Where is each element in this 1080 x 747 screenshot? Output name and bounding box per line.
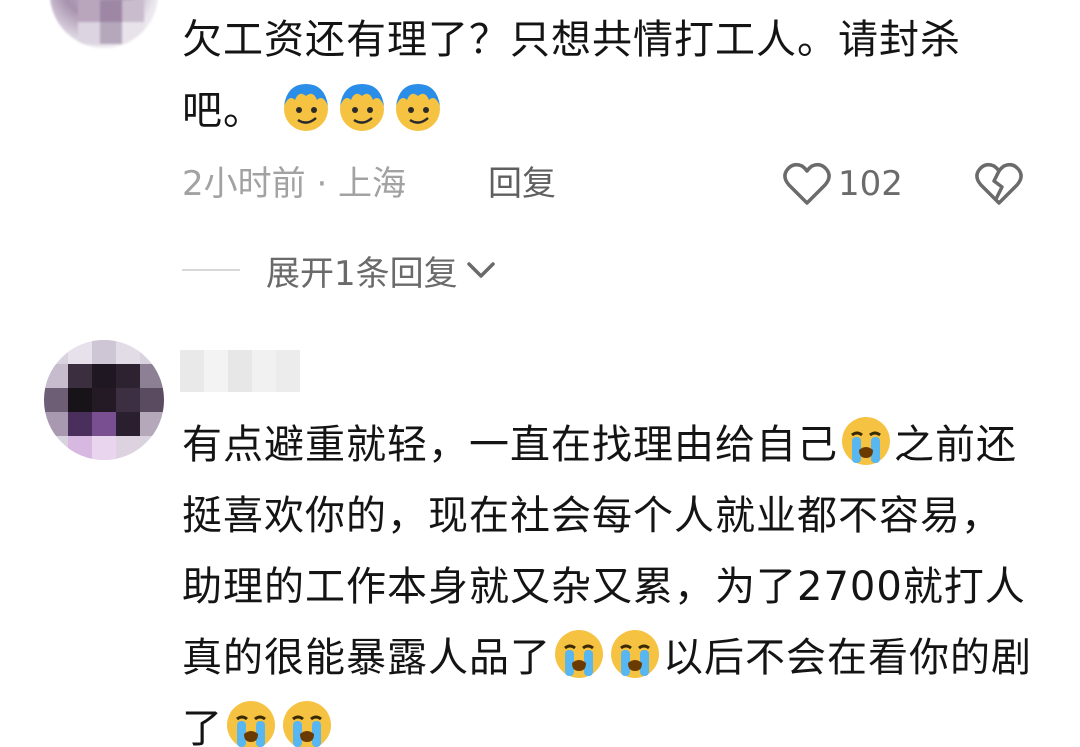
- comment-thread: 欠工资还有理了？只想共情打工人。请封杀吧。 2小时前 · 上海 回复 102 展…: [0, 0, 1080, 747]
- smirk-face-emoji: [339, 84, 384, 131]
- smirk-face-emoji: [283, 84, 328, 131]
- expand-replies-button[interactable]: 展开1条回复: [182, 246, 498, 294]
- dislike-button[interactable]: [974, 160, 1024, 208]
- comment-meta-row: 2小时前 · 上海 回复 102: [182, 160, 1042, 208]
- loudly-crying-face-emoji: [283, 701, 331, 747]
- heart-outline-icon: [783, 162, 831, 205]
- smirk-face-emoji: [395, 84, 440, 131]
- comment-text: 欠工资还有理了？只想共情打工人。请封杀吧。: [182, 5, 1042, 147]
- loudly-crying-face-emoji: [842, 417, 890, 465]
- username-redacted[interactable]: [180, 350, 300, 392]
- comment-body-part-1: 有点避重就轻，一直在找理由给自己: [182, 422, 838, 468]
- avatar[interactable]: [50, 0, 158, 48]
- chevron-down-icon: [466, 262, 495, 278]
- broken-heart-icon: [975, 162, 1023, 205]
- loudly-crying-face-emoji: [555, 630, 603, 678]
- emoji-group: [264, 84, 446, 134]
- loudly-crying-face-emoji: [611, 630, 659, 678]
- expand-replies-label: 展开1条回复: [266, 253, 458, 294]
- divider-line: [182, 269, 240, 271]
- comment-text: 有点避重就轻，一直在找理由给自己 之前还挺喜欢你的，现在社会每个人就业都不容易，…: [182, 410, 1042, 747]
- loudly-crying-face-emoji: [227, 701, 275, 747]
- comment-time-location: 2小时前 · 上海: [182, 164, 407, 204]
- reply-button[interactable]: 回复: [488, 160, 556, 208]
- like-button[interactable]: 102: [782, 160, 903, 208]
- avatar[interactable]: [44, 340, 164, 460]
- like-count: 102: [838, 164, 903, 204]
